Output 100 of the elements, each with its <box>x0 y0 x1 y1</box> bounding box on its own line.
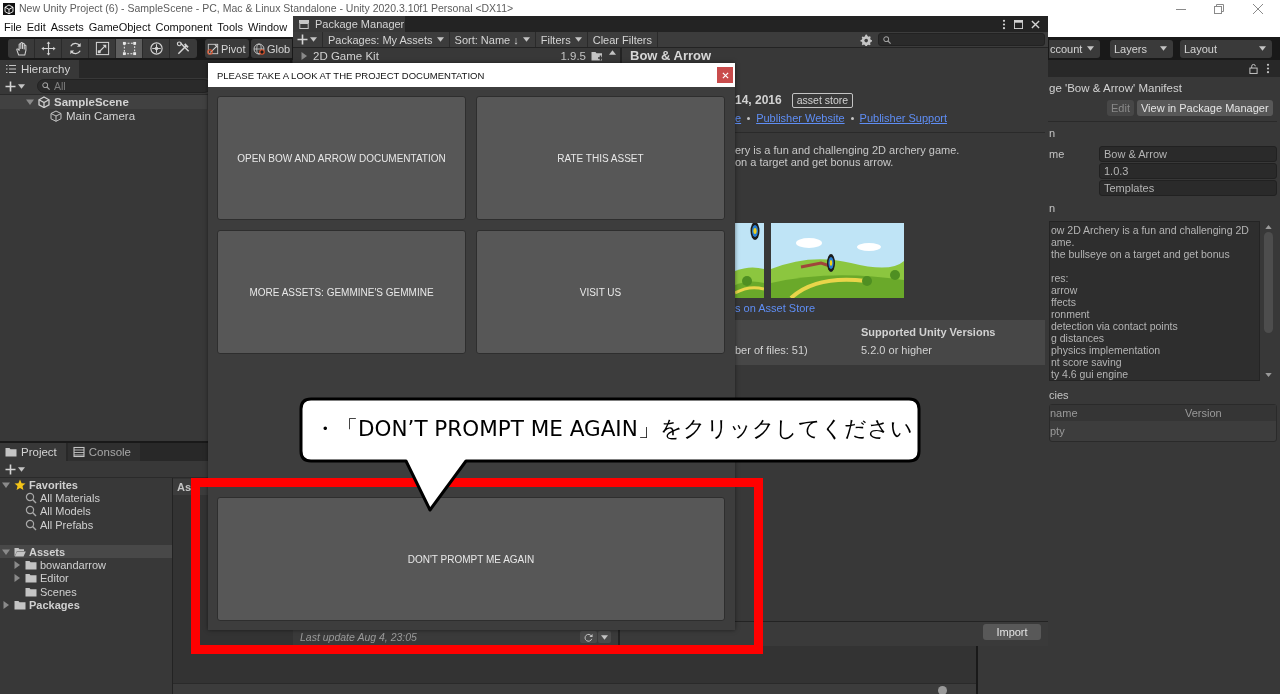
tree-arrow-icon[interactable] <box>300 51 308 60</box>
tree-arrow-icon[interactable] <box>26 98 34 106</box>
package-manager-tab[interactable]: Package Manager <box>293 16 405 32</box>
account-dropdown[interactable]: ccount <box>1049 39 1100 58</box>
handle-space-button[interactable]: Glob <box>251 39 292 58</box>
folder-icon <box>25 572 37 585</box>
rect-corners-icon <box>121 41 137 56</box>
text-field[interactable]: 1.0.3 <box>1099 163 1277 179</box>
close-icon <box>721 71 729 79</box>
settings-icon[interactable] <box>860 33 872 46</box>
hierarchy-item[interactable]: Main Camera <box>50 109 136 123</box>
scroll-down-arrow-icon[interactable] <box>1265 373 1272 377</box>
tree-arrow-icon[interactable] <box>2 480 10 489</box>
package-name[interactable]: 2D Game Kit <box>313 49 379 62</box>
hand-icon <box>13 41 29 56</box>
menu-item[interactable]: Edit <box>26 20 46 34</box>
kebab-menu-icon[interactable] <box>1002 18 1006 30</box>
refresh-options-button[interactable] <box>598 631 611 643</box>
search-field[interactable] <box>878 33 1045 46</box>
layout-dropdown[interactable]: Layout <box>1180 39 1272 58</box>
breadcrumb-item[interactable]: As <box>177 481 192 493</box>
package-version: 1.9.5 <box>560 49 586 62</box>
lock-icon[interactable] <box>1249 63 1258 74</box>
tree-item[interactable]: Scenes <box>25 585 77 599</box>
tree-arrow-icon[interactable] <box>13 574 21 583</box>
dialog-button[interactable]: OPEN BOW AND ARROW DOCUMENTATION <box>217 96 466 220</box>
panel-tab[interactable]: Project <box>0 443 66 461</box>
folder-icon <box>14 599 26 612</box>
tree-arrow-icon[interactable] <box>2 547 10 556</box>
tree-arrow-icon[interactable] <box>13 561 21 570</box>
tree-item[interactable]: Packages <box>2 598 80 612</box>
text-field[interactable]: Bow & Arrow <box>1099 146 1277 162</box>
search-field[interactable]: All <box>37 79 211 93</box>
menu-item[interactable]: Assets <box>50 20 84 34</box>
tree-item[interactable]: Favorites <box>2 478 78 492</box>
import-button[interactable]: Import <box>983 624 1041 640</box>
layers-dropdown[interactable]: Layers <box>1110 39 1173 58</box>
section-label: cies <box>1049 389 1069 402</box>
tree-item[interactable]: bowandarrow <box>13 558 107 572</box>
slider-handle-icon[interactable] <box>938 686 947 694</box>
tool-button[interactable] <box>116 39 143 58</box>
transform-gizmo-icon <box>148 41 164 56</box>
scene-item[interactable]: SampleScene <box>0 95 207 109</box>
menu-item[interactable]: GameObject <box>88 20 151 34</box>
maximize-icon[interactable] <box>1014 19 1023 29</box>
kebab-menu-icon[interactable] <box>1266 63 1270 74</box>
refresh-icon <box>584 632 593 642</box>
tool-button[interactable] <box>35 39 62 58</box>
tree-arrow-icon[interactable] <box>2 601 10 610</box>
field-label: me <box>1049 148 1065 160</box>
text-field[interactable]: Templates <box>1099 180 1277 196</box>
crossed-tools-icon <box>176 41 191 56</box>
pivot-button[interactable]: Pivot <box>205 39 249 58</box>
hierarchy-tab[interactable]: Hierarchy <box>0 60 80 78</box>
plus-icon[interactable] <box>5 80 16 92</box>
description-field[interactable]: ow 2D Archery is a fun and challenging 2D ame. the bullseye on a target and get bonus res: arrow ffects ronment detection via contact points g distances physics implementation nt score saving ty 4.6 gui engine <box>1049 221 1260 381</box>
tree-item[interactable]: All Prefabs <box>25 518 94 532</box>
link[interactable]: Publisher Website <box>756 111 845 125</box>
tool-button[interactable] <box>62 39 89 58</box>
sort-dropdown[interactable]: Sort: Name ↓ <box>449 32 536 47</box>
package-title: Bow & Arrow <box>630 49 712 63</box>
folder-icon <box>25 585 37 598</box>
refresh-button[interactable] <box>580 631 597 643</box>
table-cell: pty <box>1050 425 1065 437</box>
tree-item[interactable]: Assets <box>0 544 172 559</box>
panel-tab[interactable]: Console <box>67 443 140 461</box>
callout-text: ・「DON’T PROMPT ME AGAIN」をクリックしてください <box>314 415 913 443</box>
filters-dropdown[interactable]: Filters <box>535 32 588 47</box>
tree-item[interactable]: Editor <box>13 571 69 586</box>
dialog-button[interactable]: MORE ASSETS: GEMMINE'S GEMMINE <box>217 230 466 354</box>
menu-item[interactable]: Window <box>248 20 288 34</box>
restore-icon[interactable] <box>1214 3 1224 14</box>
link[interactable]: s on Asset Store <box>735 302 816 315</box>
search-icon <box>42 82 50 90</box>
clear-filters-button[interactable]: Clear Filters <box>587 32 658 47</box>
caret-icon <box>1259 46 1266 51</box>
tool-button[interactable] <box>89 39 116 58</box>
packages-dropdown[interactable]: Packages: My Assets <box>323 32 450 47</box>
link[interactable]: e <box>735 111 742 125</box>
tree-item[interactable]: All Models <box>25 504 91 519</box>
menu-item[interactable]: File <box>4 20 22 34</box>
inspector-button[interactable]: View in Package Manager <box>1136 100 1273 116</box>
close-button[interactable] <box>717 67 733 83</box>
tool-button[interactable] <box>8 39 35 58</box>
search-icon <box>25 518 37 531</box>
menu-item[interactable]: Tools <box>217 20 244 34</box>
plus-icon[interactable] <box>5 463 16 475</box>
dialog-button[interactable]: RATE THIS ASSET <box>476 96 725 220</box>
tool-button[interactable] <box>143 39 170 58</box>
folder-icon <box>25 559 37 572</box>
menu-item[interactable]: Component <box>155 20 213 34</box>
dont-prompt-button[interactable]: DON'T PROMPT ME AGAIN <box>217 497 725 621</box>
tree-item[interactable]: All Materials <box>25 491 100 505</box>
scroll-up-arrow-icon[interactable] <box>609 50 616 55</box>
tool-button[interactable] <box>170 39 197 58</box>
dialog-button[interactable]: VISIT US <box>476 230 725 354</box>
link[interactable]: Publisher Support <box>859 111 948 125</box>
window-title: New Unity Project (6) - SampleScene - PC, Mac & Linux Standalone - Unity 2020.3.10f1 Personal <DX11> <box>19 2 514 15</box>
bullet-icon <box>850 116 854 120</box>
scroll-up-arrow-icon[interactable] <box>1265 225 1272 229</box>
